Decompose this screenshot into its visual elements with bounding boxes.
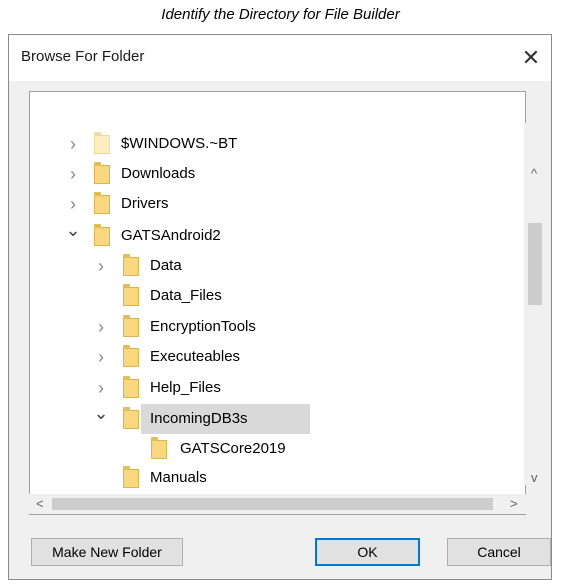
tree-item-label: Data_Files: [150, 287, 222, 304]
folder-icon: [94, 192, 110, 214]
tree-item[interactable]: › Downloads: [0, 159, 520, 189]
tree-item[interactable]: › Data: [0, 251, 520, 281]
chevron-right-icon[interactable]: ›: [94, 251, 108, 281]
tree-item-label: Manuals: [150, 469, 207, 486]
folder-icon: [151, 437, 167, 459]
tree-item[interactable]: › EncryptionTools: [0, 312, 520, 342]
scroll-up-icon[interactable]: ^: [531, 166, 537, 181]
chevron-down-icon[interactable]: ⌄: [65, 215, 80, 245]
tree-item-label: GATSCore2019: [180, 440, 286, 457]
folder-icon: [123, 284, 139, 306]
folder-icon: [94, 162, 110, 184]
tree-item[interactable]: GATSCore2019: [0, 434, 520, 464]
tree-item[interactable]: › $WINDOWS.~BT: [0, 129, 520, 159]
title-bar: Browse For Folder ✕: [9, 35, 551, 81]
tree-item-label: Data: [150, 257, 182, 274]
tree-item[interactable]: ⌄ IncomingDB3s: [0, 403, 520, 434]
tree-item[interactable]: ⌄ GATSAndroid2: [0, 220, 520, 251]
chevron-right-icon[interactable]: ›: [66, 159, 80, 189]
chevron-right-icon[interactable]: ›: [66, 129, 80, 159]
ok-button[interactable]: OK: [315, 538, 420, 566]
tree-item-label: Drivers: [121, 195, 169, 212]
folder-icon: [123, 466, 139, 488]
tree-item-label: Downloads: [121, 165, 196, 182]
tree-item-label: EncryptionTools: [150, 318, 256, 335]
folder-icon: [123, 345, 139, 367]
close-icon[interactable]: ✕: [511, 35, 551, 81]
scroll-right-icon[interactable]: >: [510, 496, 518, 511]
folder-icon: [94, 132, 110, 154]
dialog-title: Browse For Folder: [21, 48, 145, 65]
tree-item[interactable]: Data_Files: [0, 281, 520, 311]
tree-item[interactable]: › Executeables: [0, 342, 520, 372]
tree-item[interactable]: › Help_Files: [0, 373, 520, 403]
folder-icon: [94, 224, 110, 246]
tree-item[interactable]: Manuals: [0, 463, 520, 493]
chevron-down-icon[interactable]: ⌄: [93, 398, 108, 428]
tree-item-label: Executeables: [150, 348, 241, 365]
tree-item-label: Help_Files: [150, 379, 221, 396]
tree-item-label: IncomingDB3s: [150, 410, 248, 427]
scroll-down-icon[interactable]: v: [531, 470, 538, 485]
folder-icon: [123, 407, 139, 429]
vertical-scrollbar-thumb[interactable]: [528, 223, 542, 305]
folder-icon: [123, 315, 139, 337]
make-new-folder-button[interactable]: Make New Folder: [31, 538, 183, 566]
tree-item-label: GATSAndroid2: [121, 227, 221, 244]
chevron-right-icon[interactable]: ›: [94, 312, 108, 342]
tree-item-label: $WINDOWS.~BT: [121, 135, 238, 152]
folder-icon: [123, 254, 139, 276]
horizontal-scrollbar-thumb[interactable]: [52, 498, 493, 510]
folder-icon: [123, 376, 139, 398]
page-caption: Identify the Directory for File Builder: [161, 6, 400, 23]
chevron-right-icon[interactable]: ›: [94, 342, 108, 372]
scroll-left-icon[interactable]: <: [36, 496, 44, 511]
cancel-button[interactable]: Cancel: [447, 538, 551, 566]
